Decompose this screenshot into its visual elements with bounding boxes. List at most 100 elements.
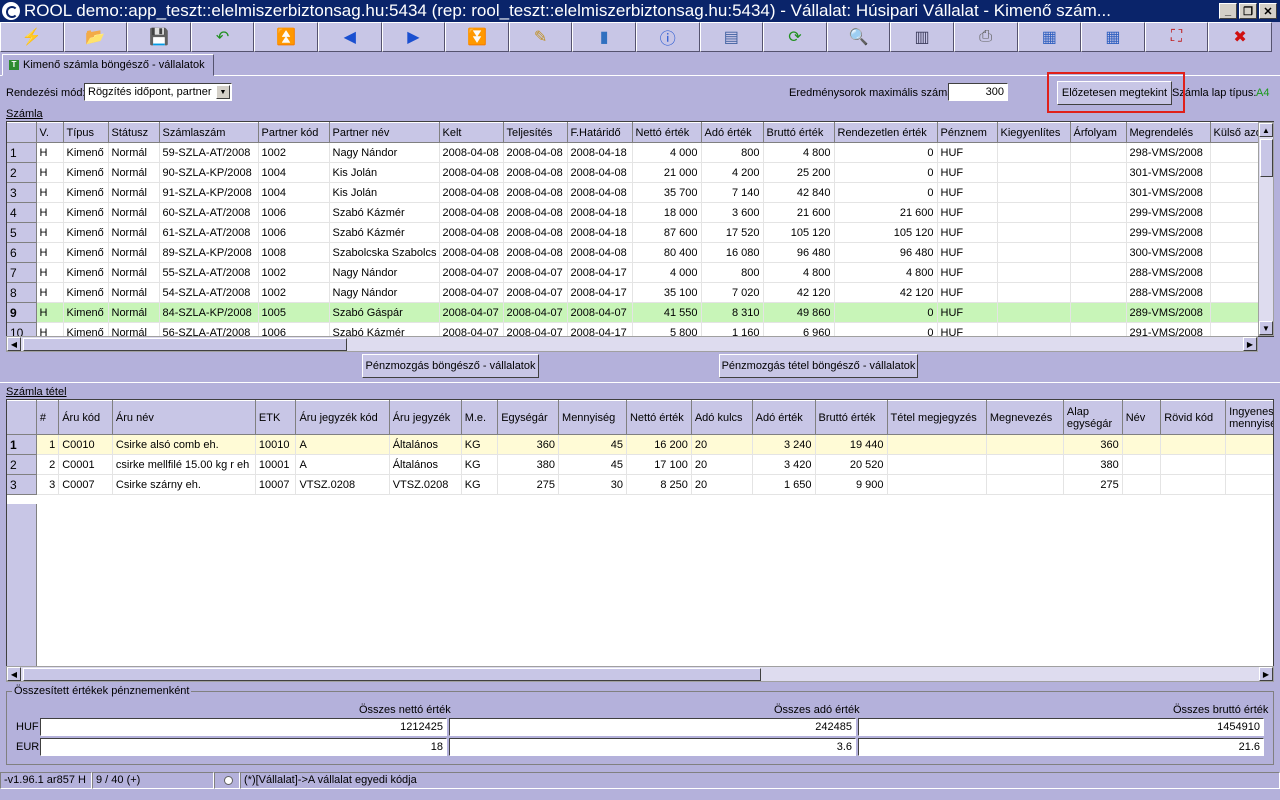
table-cell[interactable]: 21 600 [763, 202, 835, 223]
row-number[interactable]: 2 [7, 454, 37, 475]
table-cell[interactable]: 289-VMS/2008 [1126, 302, 1211, 323]
row-number[interactable]: 5 [7, 222, 37, 243]
table-cell[interactable]: Kimenő [63, 202, 109, 223]
column-header[interactable]: Név [1122, 400, 1162, 435]
toolbar-button-last-record[interactable]: ⏬ [445, 22, 509, 52]
toolbar-button-print[interactable]: ⎙ [953, 22, 1018, 52]
column-header[interactable]: Áru kód [58, 400, 113, 435]
column-header[interactable]: Kiegyenlítes [997, 122, 1071, 143]
table-cell[interactable]: 30 [558, 474, 627, 495]
table-cell[interactable]: 2008-04-08 [567, 182, 633, 203]
table-cell[interactable]: 2008-04-18 [567, 222, 633, 243]
table-cell[interactable]: 84-SZLA-KP/2008 [159, 302, 259, 323]
table-cell[interactable]: 60-SZLA-AT/2008 [159, 202, 259, 223]
table-cell[interactable]: 2 [36, 454, 60, 475]
table-cell[interactable]: HUF [937, 182, 998, 203]
invoice-items-grid[interactable]: # Áru kód Áru név ETK Áru jegyzék kód Áru jeg… [6, 399, 1274, 667]
table-cell[interactable]: HUF [937, 162, 998, 183]
table-cell[interactable]: Nagy Nándor [329, 262, 440, 283]
table-cell[interactable]: 288-VMS/2008 [1126, 282, 1211, 303]
table-cell[interactable]: Csirke alsó comb eh. [112, 434, 256, 455]
column-header[interactable]: Adó kulcs [691, 400, 753, 435]
table-cell[interactable]: Szabó Gáspár [329, 302, 440, 323]
table-cell[interactable]: 4 000 [632, 142, 702, 163]
table-cell[interactable]: 2008-04-08 [503, 162, 568, 183]
table-cell[interactable]: 2008-04-08 [503, 222, 568, 243]
column-header[interactable]: Áru jegyzék [389, 400, 462, 435]
row-number[interactable]: 1 [7, 434, 37, 455]
row-number[interactable]: 2 [7, 162, 37, 183]
table-cell[interactable]: H [36, 142, 64, 163]
scroll-right-icon[interactable]: ▶ [1243, 337, 1257, 351]
column-header[interactable]: ETK [255, 400, 297, 435]
table-cell[interactable]: Nagy Nándor [329, 282, 440, 303]
table-cell[interactable] [1070, 142, 1127, 163]
table-cell[interactable]: 3 240 [752, 434, 816, 455]
table-cell[interactable]: H [36, 282, 64, 303]
table-cell[interactable]: 7 140 [701, 182, 764, 203]
column-header[interactable]: Típus [63, 122, 109, 143]
table-cell[interactable]: 35 700 [632, 182, 702, 203]
table-cell[interactable]: 1002 [258, 142, 330, 163]
table-cell[interactable]: 96 480 [763, 242, 835, 263]
table-row[interactable]: 2 2 C0001 csirke mellfilé 15.00 kg r eh 100… [7, 454, 1273, 475]
column-header[interactable]: Rendezetlen érték [834, 122, 938, 143]
column-header[interactable]: Státusz [108, 122, 160, 143]
table-cell[interactable]: 25 200 [763, 162, 835, 183]
table-cell[interactable]: 56-SZLA-AT/2008 [159, 322, 259, 336]
table-cell[interactable]: 299-VMS/2008 [1126, 202, 1211, 223]
column-header[interactable]: Bruttó érték [763, 122, 835, 143]
column-header[interactable]: Nettó érték [626, 400, 692, 435]
toolbar-button-refresh[interactable]: ⟳ [763, 22, 827, 52]
toolbar-button-layout[interactable]: ▤ [699, 22, 764, 52]
scroll-left-icon[interactable]: ◀ [7, 667, 21, 681]
max-rows-input[interactable]: 300 [948, 83, 1008, 101]
table-cell[interactable]: 0 [834, 322, 938, 336]
table-row[interactable]: 10 H Kimenő Normál 56-SZLA-AT/2008 1006 Szabó … [7, 322, 1273, 336]
table-cell[interactable]: 105 120 [763, 222, 835, 243]
table-cell[interactable]: 16 200 [626, 434, 692, 455]
table-cell[interactable]: HUF [937, 302, 998, 323]
table-cell[interactable]: 380 [497, 454, 560, 475]
table-cell[interactable]: 17 520 [701, 222, 764, 243]
table-cell[interactable]: 2008-04-07 [439, 322, 504, 336]
column-header[interactable]: Áru név [112, 400, 256, 435]
table-cell[interactable]: HUF [937, 282, 998, 303]
table-cell[interactable]: 35 100 [632, 282, 702, 303]
table-row[interactable]: 3 H Kimenő Normál 91-SZLA-KP/2008 1004 Kis Jol… [7, 182, 1273, 203]
table-cell[interactable]: Normál [108, 282, 160, 303]
table-cell[interactable]: 2008-04-07 [503, 262, 568, 283]
table-cell[interactable]: Kimenő [63, 282, 109, 303]
table-cell[interactable]: HUF [937, 242, 998, 263]
table-cell[interactable]: 42 120 [763, 282, 835, 303]
table-row[interactable]: 3 3 C0007 Csirke szárny eh. 10007 VTSZ.0208 VT… [7, 474, 1273, 495]
table-cell[interactable]: 1004 [258, 182, 330, 203]
column-header[interactable]: Kelt [439, 122, 504, 143]
table-cell[interactable]: 2008-04-07 [503, 302, 568, 323]
column-header[interactable]: V. [36, 122, 64, 143]
table-cell[interactable]: H [36, 322, 64, 336]
table-cell[interactable] [1225, 454, 1273, 475]
table-cell[interactable]: 4 000 [632, 262, 702, 283]
tab-invoice-browser[interactable]: T Kimenő számla böngésző - vállalatok [2, 54, 214, 76]
table-cell[interactable]: 1 160 [701, 322, 764, 336]
table-cell[interactable]: 6 960 [763, 322, 835, 336]
table-cell[interactable]: 301-VMS/2008 [1126, 162, 1211, 183]
toolbar-button-import[interactable]: ▦ [1081, 22, 1145, 52]
table-cell[interactable]: 59-SZLA-AT/2008 [159, 142, 259, 163]
table-cell[interactable] [887, 434, 987, 455]
table-cell[interactable]: 45 [558, 454, 627, 475]
row-number[interactable]: 7 [7, 262, 37, 283]
cash-browser-button[interactable]: Pénzmozgás böngésző - vállalatok [362, 354, 539, 378]
table-cell[interactable]: Kimenő [63, 222, 109, 243]
table-cell[interactable]: 2008-04-17 [567, 322, 633, 336]
table-cell[interactable]: 1005 [258, 302, 330, 323]
row-number[interactable]: 10 [7, 322, 37, 336]
table-cell[interactable] [997, 282, 1071, 303]
table-cell[interactable]: 20 [691, 434, 753, 455]
table-cell[interactable]: C0007 [58, 474, 113, 495]
table-cell[interactable]: 1006 [258, 322, 330, 336]
table-cell[interactable]: Normál [108, 162, 160, 183]
row-number[interactable]: 8 [7, 282, 37, 303]
table-cell[interactable]: Általános [389, 454, 462, 475]
